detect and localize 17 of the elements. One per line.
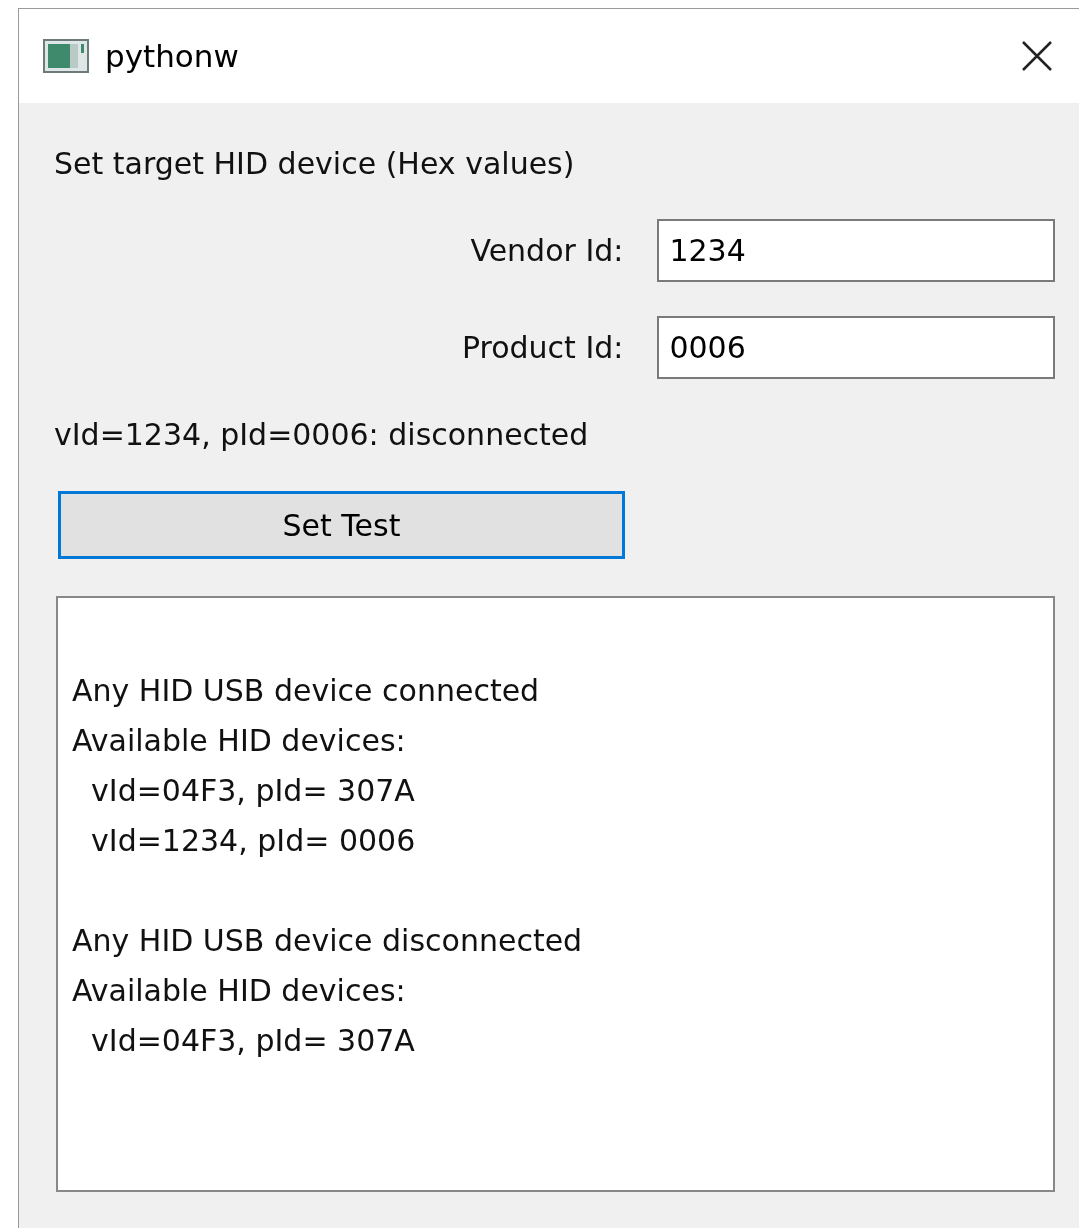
window-title: pythonw [105, 36, 239, 76]
log-line: vId=1234, pId= 0006 [90, 822, 417, 860]
status-text: vId=1234, pId=0006: disconnected [54, 416, 590, 454]
log-line: Any HID USB device disconnected [72, 922, 584, 960]
app-window-icon [43, 39, 89, 73]
field-label: Product Id: [460, 329, 624, 367]
log-line: vId=04F3, pId= 307A [90, 772, 416, 810]
field-label: Vendor Id: [469, 232, 624, 270]
input-field[interactable]: 1234 [657, 219, 1055, 282]
log-line: Available HID devices: [72, 722, 407, 760]
log-line: Available HID devices: [72, 972, 407, 1010]
log-line: Any HID USB device connected [72, 672, 541, 710]
set-test-button[interactable]: Set Test [58, 491, 625, 559]
log-line: vId=04F3, pId= 307A [90, 1022, 416, 1060]
section-heading: Set target HID device (Hex values) [54, 145, 576, 183]
input-field[interactable]: 0006 [657, 316, 1055, 379]
close-icon[interactable] [1021, 40, 1053, 72]
